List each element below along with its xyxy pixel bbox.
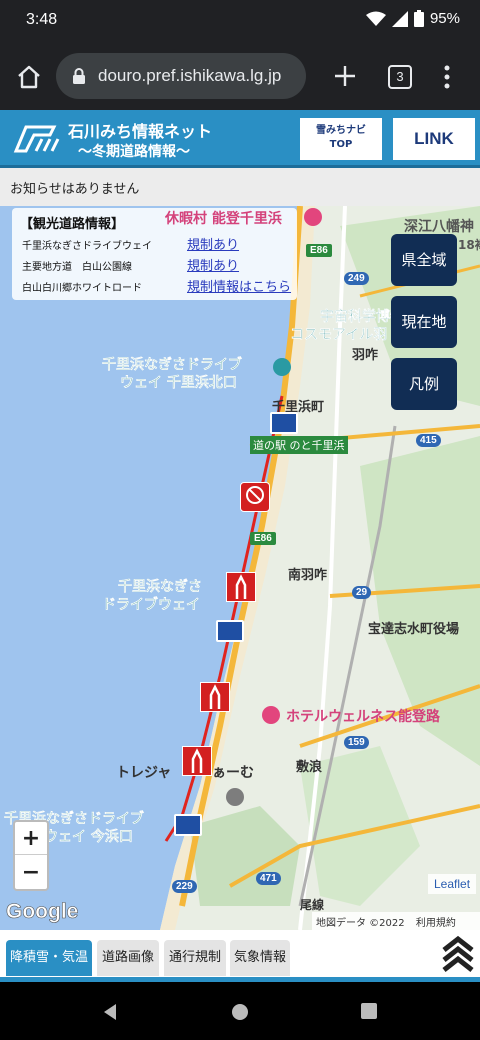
google-logo: Google <box>6 900 79 924</box>
place-label: 深江八幡神 <box>404 219 474 235</box>
road-badge: 415 <box>416 434 441 447</box>
info-road-label: 白山白川郷ホワイトロード <box>22 283 142 294</box>
status-time: 3:48 <box>26 11 58 28</box>
tab-road-images[interactable]: 道路画像 <box>97 940 159 976</box>
system-navigation-bar <box>0 984 480 1040</box>
signal-icon <box>391 10 408 27</box>
info-road-label: 千里浜なぎさドライブウェイ <box>22 241 152 252</box>
navi-label: 雪みちナビ <box>316 125 366 136</box>
new-tab-icon[interactable] <box>330 61 360 91</box>
bottom-tab-bar: 降積雪・気温 道路画像 通行規制 気象情報 <box>0 930 480 982</box>
wifi-icon <box>365 11 386 26</box>
road-badge: 471 <box>256 872 281 885</box>
browser-toolbar: douro.pref.ishikawa.lg.jp 3 <box>0 44 480 110</box>
place-label: ウェイ 千里浜北口 <box>120 375 237 391</box>
url-text: douro.pref.ishikawa.lg.jp <box>98 66 282 85</box>
road-camera-icon[interactable] <box>270 412 298 434</box>
road-badge: 229 <box>172 880 197 893</box>
place-label: 宝達志水町役場 <box>368 622 460 637</box>
info-regulation-link[interactable]: 規制情報はこちら <box>187 276 291 295</box>
zoom-in-button[interactable]: + <box>15 822 47 855</box>
place-label: 敷浪 <box>296 760 323 775</box>
battery-level: 95% <box>429 10 460 27</box>
legend-button[interactable]: 凡例 <box>391 358 457 410</box>
road-badge: 249 <box>344 272 369 285</box>
place-label: ドライブウェイ <box>102 597 200 613</box>
zoom-out-button[interactable]: − <box>15 856 47 889</box>
place-label: 羽咋 <box>352 348 379 363</box>
address-bar[interactable]: douro.pref.ishikawa.lg.jp <box>56 53 306 99</box>
tab-traffic-regulation[interactable]: 通行規制 <box>164 940 226 976</box>
current-location-button[interactable]: 現在地 <box>391 296 457 348</box>
hotel-pin-icon[interactable] <box>262 706 280 724</box>
lane-restriction-icon[interactable] <box>226 572 256 602</box>
zoom-control: + − <box>13 820 49 891</box>
hotel-pin-icon[interactable] <box>304 208 322 226</box>
status-icons: 95% <box>365 10 460 27</box>
road-badge: 29 <box>352 586 372 599</box>
road-badge: 159 <box>344 736 369 749</box>
place-label: ホテルウェルネス能登路 <box>286 709 440 725</box>
lane-restriction-icon[interactable] <box>200 682 230 712</box>
back-icon[interactable] <box>100 1002 120 1022</box>
battery-icon <box>413 10 424 27</box>
place-label: 千里浜なぎさ <box>118 579 202 595</box>
more-menu-icon[interactable] <box>438 62 456 92</box>
ishikawa-logo-icon[interactable] <box>10 123 60 155</box>
notice-bar: お知らせはありません <box>0 168 480 206</box>
prefecture-wide-button[interactable]: 県全域 <box>391 234 457 286</box>
info-row: 主要地方道 白山公園線 規制あり <box>20 253 289 274</box>
site-title: 石川みち情報ネット <box>68 122 213 141</box>
road-closed-icon[interactable] <box>240 482 270 512</box>
tab-snow-temperature[interactable]: 降積雪・気温 <box>6 940 92 976</box>
info-regulation-link[interactable]: 規制あり <box>187 255 239 274</box>
expand-up-icon[interactable] <box>440 934 476 976</box>
place-label: 道の駅 のと千里浜 <box>250 436 348 454</box>
site-header: 石川みち情報ネット 〜冬期道路情報〜 雪みちナビ TOP LINK <box>0 110 480 168</box>
place-label: 休暇村 能登千里浜 <box>165 211 282 227</box>
poi-pin-icon[interactable] <box>273 358 291 376</box>
status-bar: 3:48 95% <box>0 0 480 44</box>
place-label: コスモアイル羽 <box>290 327 388 343</box>
info-regulation-link[interactable]: 規制あり <box>187 234 239 253</box>
lane-restriction-icon[interactable] <box>182 746 212 776</box>
info-row: 白山白川郷ホワイトロード 規制情報はこちら <box>20 274 291 295</box>
link-button[interactable]: LINK <box>393 118 475 160</box>
tab-switcher-button[interactable]: 3 <box>388 65 412 89</box>
place-label: 尾線 <box>300 898 325 912</box>
place-label: ウェイ 今浜口 <box>44 829 133 845</box>
map-attribution: 地図データ ©2022 利用規約 <box>312 912 480 930</box>
road-camera-icon[interactable] <box>174 814 202 836</box>
place-label: トレジャ <box>116 765 172 781</box>
lock-icon <box>73 68 85 84</box>
road-map[interactable]: 【観光道路情報】 千里浜なぎさドライブウェイ 規制あり 主要地方道 白山公園線 … <box>0 206 480 930</box>
tab-weather-info[interactable]: 気象情報 <box>230 940 290 976</box>
recents-icon[interactable] <box>360 1002 378 1020</box>
site-subtitle: 〜冬期道路情報〜 <box>78 144 190 160</box>
map-data-credit: 地図データ ©2022 <box>316 918 405 929</box>
terms-link[interactable]: 利用規約 <box>416 918 456 929</box>
home-nav-icon[interactable] <box>230 1002 250 1022</box>
home-icon[interactable] <box>14 62 44 92</box>
place-label: 千里浜なぎさドライブ <box>102 357 242 373</box>
location-pin-icon[interactable] <box>226 788 244 806</box>
place-label: 18褘 <box>458 238 480 252</box>
leaflet-link[interactable]: Leaflet <box>428 874 477 894</box>
info-row: 千里浜なぎさドライブウェイ 規制あり <box>20 232 289 253</box>
place-label: 南羽咋 <box>288 568 328 583</box>
road-badge: E86 <box>250 532 276 545</box>
navi-top-label: TOP <box>329 139 353 150</box>
info-road-label: 主要地方道 白山公園線 <box>22 262 132 273</box>
road-badge: E86 <box>306 244 332 257</box>
place-label: ぁーむ <box>212 765 254 781</box>
yukimichi-navi-top-button[interactable]: 雪みちナビ TOP <box>300 118 382 160</box>
road-camera-icon[interactable] <box>216 620 244 642</box>
